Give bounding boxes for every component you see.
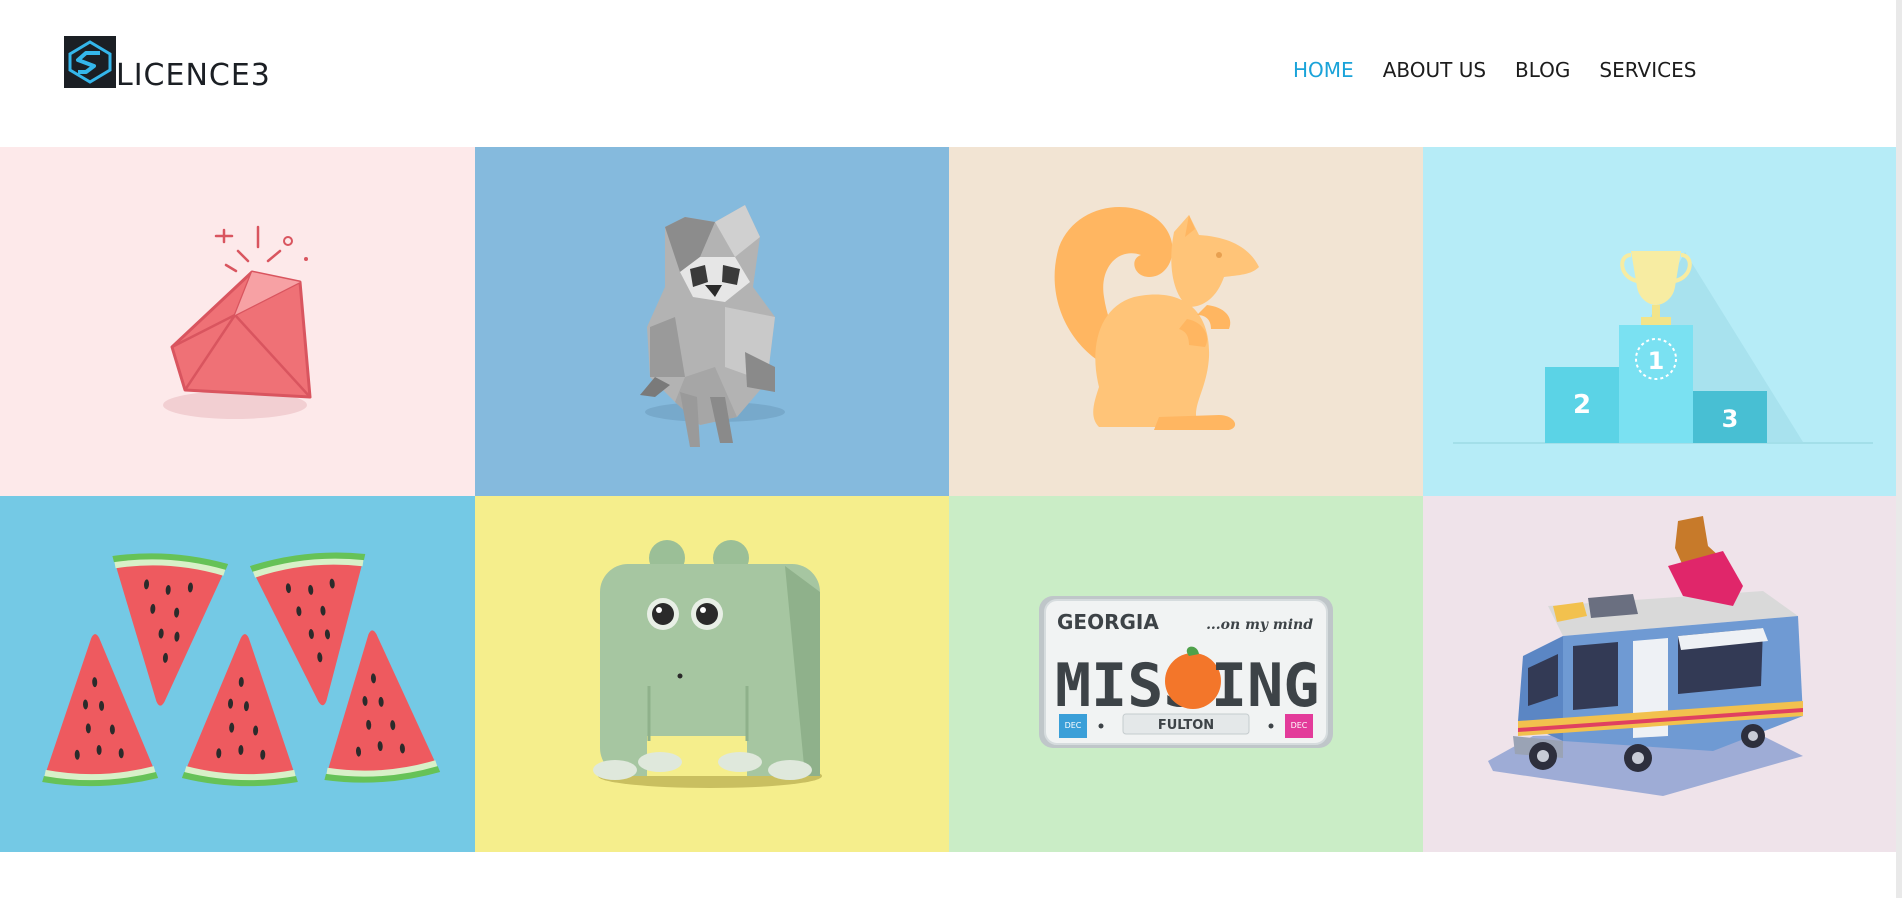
nav-blog[interactable]: BLOG xyxy=(1515,58,1570,82)
food-truck-illustration xyxy=(1488,516,1803,796)
site-logo[interactable]: LICENCE3 xyxy=(64,36,271,93)
portfolio-tile-podium[interactable]: 2 1 3 xyxy=(1423,147,1896,496)
green-monster-illustration xyxy=(593,540,822,788)
portfolio-grid: 2 1 3 GEORGIA ...on my mind MISS ING FUL… xyxy=(0,147,1896,852)
nav-about-us[interactable]: ABOUT US xyxy=(1383,58,1486,82)
logo-s-icon xyxy=(64,36,116,88)
license-plate-illustration: GEORGIA ...on my mind MISS ING FULTON DE… xyxy=(1039,596,1333,748)
watermelon-illustration xyxy=(37,547,441,789)
plate-sticker-right: DEC xyxy=(1291,721,1308,730)
portfolio-tile-license-plate[interactable]: GEORGIA ...on my mind MISS ING FULTON DE… xyxy=(949,496,1423,852)
page-bottom-spacer xyxy=(0,852,1896,898)
podium-second-label: 2 xyxy=(1573,390,1591,420)
portfolio-tile-ruby-gem[interactable] xyxy=(0,147,475,496)
squirrel-illustration xyxy=(1054,207,1259,430)
podium-third-label: 3 xyxy=(1722,405,1739,433)
ruby-gem-illustration xyxy=(163,225,312,419)
plate-text-right: ING xyxy=(1211,651,1319,721)
logo-text: LICENCE3 xyxy=(116,58,271,93)
podium-first-label: 1 xyxy=(1648,347,1665,375)
plate-state: GEORGIA xyxy=(1057,610,1159,634)
portfolio-tile-raccoon[interactable] xyxy=(475,147,949,496)
portfolio-tile-watermelon[interactable] xyxy=(0,496,475,852)
site-header: LICENCE3 HOME ABOUT US BLOG SERVICES xyxy=(0,0,1896,147)
plate-sticker-left: DEC xyxy=(1065,721,1082,730)
raccoon-illustration xyxy=(640,205,785,447)
plate-slogan: ...on my mind xyxy=(1206,617,1313,633)
nav-home[interactable]: HOME xyxy=(1293,58,1354,82)
portfolio-tile-food-truck[interactable] xyxy=(1423,496,1896,852)
podium-illustration: 2 1 3 xyxy=(1453,251,1873,444)
main-nav: HOME ABOUT US BLOG SERVICES xyxy=(1293,58,1725,82)
nav-services[interactable]: SERVICES xyxy=(1599,58,1696,82)
portfolio-tile-green-monster[interactable] xyxy=(475,496,949,852)
page-scrollbar[interactable] xyxy=(1896,0,1902,898)
portfolio-tile-squirrel[interactable] xyxy=(949,147,1423,496)
plate-county: FULTON xyxy=(1158,718,1214,733)
